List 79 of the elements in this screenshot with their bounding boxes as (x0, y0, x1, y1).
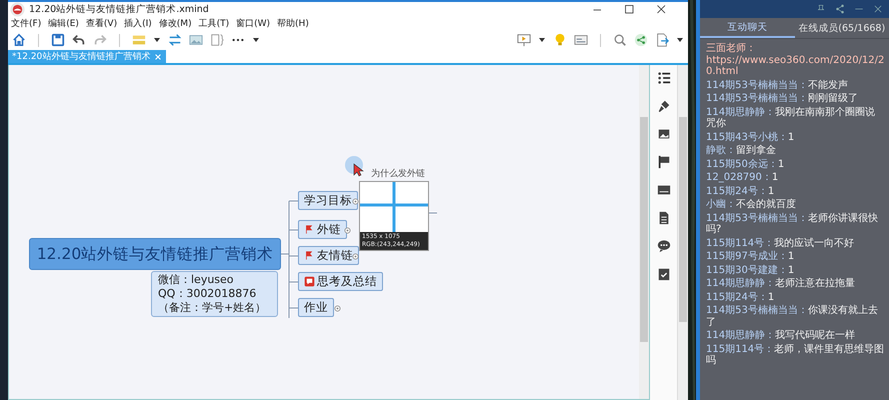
chat-message: 115期50余远：1 (706, 158, 786, 170)
menu-item[interactable]: 修改(M) (158, 17, 192, 30)
flag-icon[interactable] (656, 155, 670, 169)
menu-item[interactable]: 插入(I) (124, 17, 152, 30)
message-link[interactable]: https://www.seo360.com/2020/12/20.html (706, 54, 885, 78)
topic-label: 为什么发外链 (371, 168, 425, 180)
chat-message: 114期53号楠楠当当：你课没有就上去了 (706, 305, 879, 328)
topic-node[interactable]: 友情链 (298, 246, 359, 265)
export-icon[interactable] (655, 33, 669, 47)
swap-icon[interactable] (168, 33, 182, 47)
connector-line (428, 212, 438, 214)
menu-item[interactable]: 查看(V) (86, 17, 118, 30)
topic-node[interactable]: 思考及总结 (298, 272, 383, 291)
maximize-icon[interactable] (624, 4, 636, 16)
menu-item[interactable]: 文件(F) (11, 17, 42, 30)
menu-item[interactable]: 帮助(H) (277, 17, 309, 30)
scrollbar[interactable] (639, 65, 649, 399)
caret-icon[interactable] (252, 36, 260, 44)
image-icon[interactable] (656, 127, 670, 141)
caret-icon[interactable] (676, 36, 684, 44)
card-icon[interactable] (656, 183, 670, 197)
chat-tab[interactable]: 互动聊天 (700, 18, 794, 38)
cursor-icon (344, 155, 366, 179)
chat-message: 115期24号：1 (706, 186, 776, 197)
clipboard-icon[interactable] (656, 267, 670, 281)
note-text: （备注：学号+姓名） (158, 301, 268, 315)
menu-item[interactable]: 窗口(W) (236, 17, 270, 30)
brush-icon[interactable] (656, 99, 670, 113)
note-text: 微信：leyuseo (158, 273, 235, 287)
chat-message: 115期43号小桃：1 (706, 132, 796, 143)
topic-node[interactable]: 外链 (298, 220, 347, 239)
chat-message: 114期53号楠楠当当：刚刚留级了 (706, 93, 859, 104)
flag-icon (304, 224, 315, 235)
chat-message: 小幽：不会的就百度 (706, 199, 797, 210)
central-topic[interactable]: 12.20站外链与友情链推广营销术 (29, 238, 281, 270)
chat-message: 114期思静静：我刚在南南那个圈圈说咒你 (706, 106, 876, 130)
close-icon[interactable] (656, 4, 668, 16)
presentation-icon[interactable] (517, 33, 531, 47)
chat-message: 114期53号楠楠当当：老师你讲课很快吗? (706, 212, 879, 236)
chat-message: 12_028790：1 (706, 172, 780, 184)
share-icon[interactable] (835, 4, 845, 14)
braces-icon[interactable] (210, 33, 224, 47)
list-icon[interactable] (656, 71, 670, 85)
chat-message: 115期114号：我的应试一向不好 (706, 238, 856, 249)
topic-node[interactable]: 学习目标 (298, 191, 358, 210)
comment-icon (304, 276, 315, 287)
chat-message: 静歌：留到拿金 (706, 145, 777, 156)
sender-name: 三面老师： (706, 43, 757, 54)
chat-message: 115期24号：1 (706, 292, 776, 303)
home-icon[interactable] (12, 33, 26, 47)
search-icon[interactable] (613, 33, 627, 47)
menu-item[interactable]: 编辑(E) (48, 17, 79, 30)
comment-icon[interactable] (656, 239, 670, 253)
chat-message: 114期思静静：我写代码呢在一样 (706, 330, 856, 342)
caret-icon[interactable] (538, 36, 546, 44)
document-icon[interactable] (656, 211, 670, 225)
chat-message: 114期思静静：老师注意在拉拖量 (706, 278, 856, 290)
window-title: 12.20站外链与友情链推广营销术.xmind (29, 3, 210, 16)
collapse-icon[interactable] (344, 227, 351, 234)
scrollbar[interactable] (677, 65, 688, 400)
collapse-icon[interactable] (352, 198, 359, 205)
flag-icon (304, 250, 315, 261)
crosshair-icon (360, 182, 428, 232)
collapse-icon[interactable] (352, 253, 359, 260)
menu-item[interactable]: 工具(T) (198, 17, 230, 30)
lightbulb-icon[interactable] (553, 33, 567, 47)
caret-icon[interactable] (153, 36, 161, 44)
card-icon[interactable] (574, 33, 588, 47)
chat-message: 115期114号：老师，课件里有思维导图吗 (706, 344, 885, 366)
chat-tab[interactable]: 在线成员(65/1668) (794, 18, 889, 38)
chat-message: 115期97号成业：1 (706, 251, 796, 262)
note-text: QQ：3002018876 (158, 287, 258, 301)
share-icon[interactable] (634, 33, 648, 47)
collapse-icon[interactable] (334, 305, 341, 312)
undo-icon[interactable] (72, 33, 86, 47)
chat-message: 114期53号楠楠当当：不能发声 (706, 80, 849, 91)
chat-message: 115期30号建建：1 (706, 264, 796, 276)
topic-node[interactable]: 作业 (298, 298, 334, 317)
save-icon[interactable] (51, 33, 65, 47)
